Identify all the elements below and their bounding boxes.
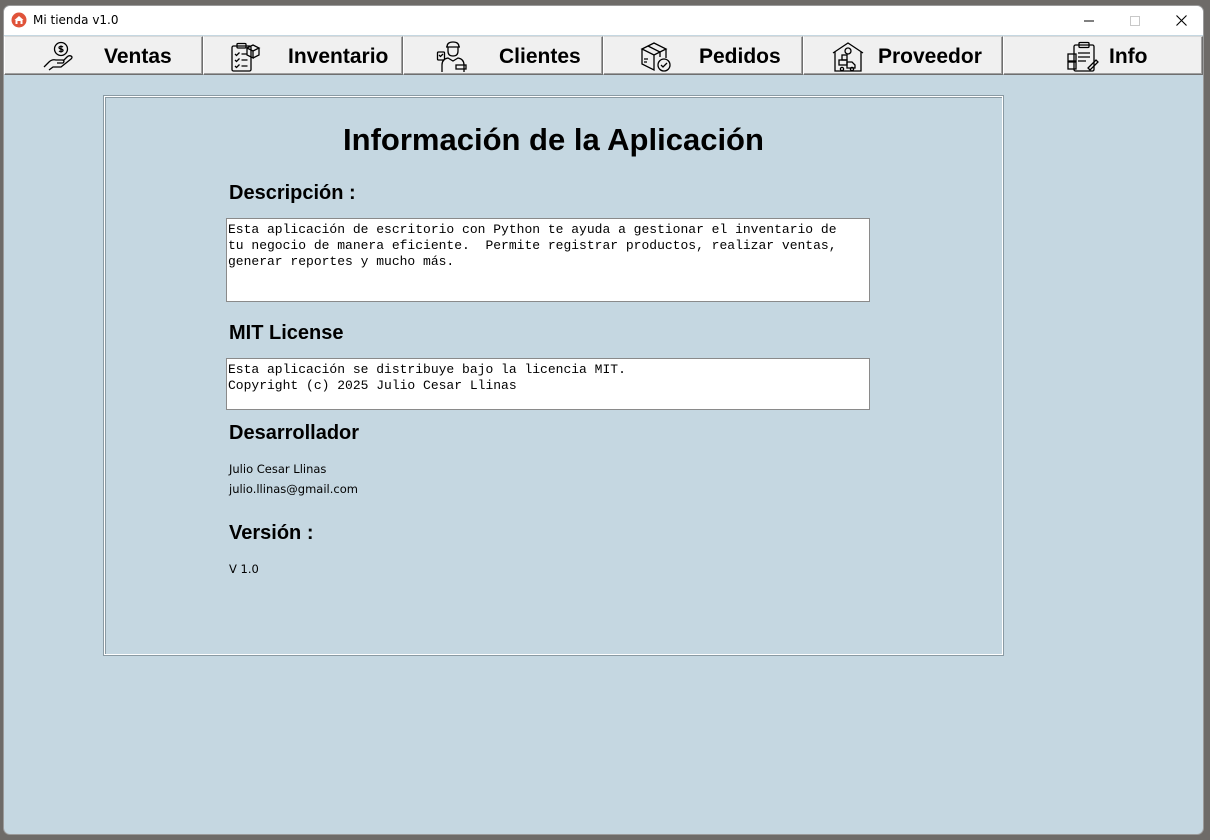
nav-proveedor-label: Proveedor: [878, 45, 982, 68]
warehouse-truck-icon: [832, 42, 864, 72]
window-title: Mi tienda v1.0: [33, 13, 119, 27]
developer-name: Julio Cesar Llinas: [229, 462, 327, 476]
main-navbar: Ventas Inventario Clientes Pedidos Prove…: [4, 36, 1203, 75]
nav-clientes-label: Clientes: [499, 45, 581, 68]
nav-clientes-button[interactable]: Clientes: [403, 36, 603, 75]
maximize-button[interactable]: [1112, 6, 1158, 35]
money-hand-icon: [43, 41, 73, 71]
nav-pedidos-button[interactable]: Pedidos: [603, 36, 803, 75]
developer-email: julio.llinas@gmail.com: [229, 482, 358, 496]
minimize-icon: [1084, 20, 1094, 21]
close-icon: [1175, 15, 1187, 26]
clipboard-box-icon: [231, 42, 261, 72]
nav-ventas-label: Ventas: [104, 45, 172, 68]
license-heading: MIT License: [229, 322, 344, 344]
license-textbox[interactable]: Esta aplicación se distribuye bajo la li…: [226, 358, 870, 410]
nav-info-button[interactable]: Info: [1003, 36, 1203, 75]
close-button[interactable]: [1158, 6, 1203, 35]
description-textbox[interactable]: Esta aplicación de escritorio con Python…: [226, 218, 870, 302]
store-app-icon: [11, 12, 27, 28]
version-heading: Versión :: [229, 522, 314, 544]
nav-ventas-button[interactable]: Ventas: [4, 36, 203, 75]
clipboard-info-icon: [1067, 41, 1099, 72]
title-bar: Mi tienda v1.0: [4, 6, 1203, 35]
nav-proveedor-button[interactable]: Proveedor: [803, 36, 1003, 75]
nav-pedidos-label: Pedidos: [699, 45, 781, 68]
nav-inventario-label: Inventario: [288, 45, 389, 68]
developer-heading: Desarrollador: [229, 422, 360, 444]
app-window: Mi tienda v1.0 Ventas Inventario Cliente…: [3, 5, 1204, 835]
maximize-icon: [1130, 15, 1140, 26]
customer-icon: [436, 41, 467, 72]
package-check-icon: [640, 42, 671, 72]
info-panel: Información de la Aplicación Descripción…: [103, 95, 1004, 656]
nav-inventario-button[interactable]: Inventario: [203, 36, 403, 75]
nav-info-label: Info: [1109, 45, 1148, 68]
version-value: V 1.0: [229, 562, 259, 576]
minimize-button[interactable]: [1066, 6, 1112, 35]
page-title: Información de la Aplicación: [343, 122, 764, 157]
description-heading: Descripción :: [229, 182, 356, 204]
